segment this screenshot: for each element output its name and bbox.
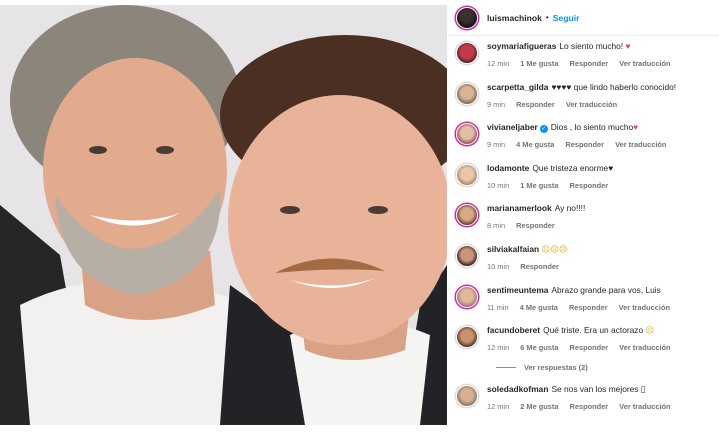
follow-button[interactable]: Seguir (553, 13, 580, 23)
commenter-avatar[interactable] (456, 384, 478, 407)
comment-meta: 9 min Responder Ver traducción (487, 100, 719, 109)
reply-button[interactable]: Responder (570, 59, 609, 68)
comment-item: scarpetta_gilda ♥♥♥♥ que lindo haberlo co… (456, 81, 719, 122)
reply-button[interactable]: Responder (570, 402, 609, 411)
comment-meta: 12 min 1 Me gusta Responder Ver traducci… (487, 59, 719, 68)
commenter-avatar[interactable] (456, 42, 478, 64)
reply-button[interactable]: Responder (570, 181, 609, 190)
comment-text: silviakalfaian ☹☹☹ (487, 243, 719, 255)
comment-username[interactable]: soymariafigueras (487, 41, 556, 51)
likes-count[interactable]: 2 Me gusta (520, 402, 558, 411)
verified-badge-icon: ✓ (539, 125, 548, 134)
comment-item: lodamonte Que tristeza enorme♥ 10 min 1 M… (456, 162, 719, 203)
sad-face-emoji-icon: ☹☹☹ (541, 243, 568, 254)
heart-emoji-icon: ♥ (625, 41, 631, 51)
comment-item: sentimeuntema Abrazo grande para vos, Lui… (456, 284, 719, 325)
comment-time: 11 min (487, 302, 509, 312)
comment-meta: 8 min Responder (487, 221, 719, 230)
reply-button[interactable]: Responder (516, 221, 555, 230)
comment-list: soymariafigueras Lo siento mucho! ♥ 12 mi… (447, 36, 719, 423)
commenter-avatar[interactable] (456, 244, 478, 267)
commenter-avatar[interactable] (456, 163, 478, 186)
likes-count[interactable]: 6 Me gusta (520, 343, 558, 352)
comment-item: silviakalfaian ☹☹☹ 10 min Responder (456, 243, 719, 284)
likes-count[interactable]: 1 Me gusta (520, 59, 558, 68)
comment-meta: 10 min Responder (487, 262, 719, 271)
comment-time: 8 min (487, 221, 506, 231)
heart-emoji-icon: ♥ (633, 122, 639, 133)
comment-text: soledadkofman Se nos van los mejores ▯ (487, 383, 646, 394)
likes-count[interactable]: 1 Me gusta (520, 181, 558, 190)
comment-username[interactable]: silviakalfaian (487, 244, 539, 254)
commenter-avatar[interactable] (456, 123, 478, 146)
post-header: luismachinok • Seguir (447, 0, 719, 36)
reply-button[interactable]: Responder (570, 343, 609, 352)
comment-username[interactable]: sentimeuntema (487, 285, 548, 295)
sad-face-emoji-icon: ☹ (645, 325, 655, 336)
translate-button[interactable]: Ver traducción (619, 59, 670, 68)
comment-text: sentimeuntema Abrazo grande para vos, Lui… (487, 284, 661, 295)
replies-divider (496, 367, 516, 369)
separator-dot: • (545, 13, 549, 22)
translate-button[interactable]: Ver traducción (619, 402, 670, 411)
translate-button[interactable]: Ver traducción (566, 100, 617, 109)
author-username[interactable]: luismachinok (487, 13, 542, 23)
author-avatar[interactable] (456, 6, 478, 29)
reply-button[interactable]: Responder (569, 303, 608, 312)
comment-item: soymariafigueras Lo siento mucho! ♥ 12 mi… (456, 40, 719, 81)
comment-text: marianamerlook Ay no!!!! (487, 203, 586, 214)
comment-time: 12 min (487, 59, 510, 68)
comment-meta: 12 min 2 Me gusta Responder Ver traducci… (487, 402, 719, 411)
comment-text: facundoberet Qué triste. Era un actorazo … (487, 325, 655, 336)
comment-text: scarpetta_gilda ♥♥♥♥ que lindo haberlo co… (487, 81, 677, 92)
comment-time: 10 min (487, 180, 510, 190)
translate-button[interactable]: Ver traducción (615, 140, 666, 149)
commenter-avatar[interactable] (456, 82, 478, 105)
reply-button[interactable]: Responder (520, 262, 559, 271)
translate-button[interactable]: Ver traducción (619, 303, 670, 312)
translate-button[interactable]: Ver traducción (619, 343, 670, 352)
comment-username[interactable]: lodamonte (487, 163, 529, 173)
reply-button[interactable]: Responder (565, 140, 604, 149)
post-image (0, 5, 447, 425)
view-replies-label[interactable]: Ver respuestas (2) (524, 363, 588, 372)
view-replies-button[interactable]: Ver respuestas (2) (496, 359, 719, 377)
post-photo (0, 5, 447, 425)
likes-count[interactable]: 4 Me gusta (516, 140, 554, 149)
comment-text: vivianeljaber ✓ Dios , lo siento mucho♥ (487, 122, 639, 134)
comment-time: 9 min (487, 99, 506, 109)
commenter-avatar[interactable] (456, 326, 478, 349)
black-heart-emoji-icon: ♥ (608, 162, 614, 173)
comment-username[interactable]: scarpetta_gilda (487, 82, 548, 92)
comment-meta: 9 min 4 Me gusta Responder Ver traducció… (487, 140, 719, 149)
comments-panel: luismachinok • Seguir soymariafigueras Lo… (447, 0, 719, 432)
comment-username[interactable]: soledadkofman (487, 384, 548, 394)
commenter-avatar[interactable] (456, 204, 478, 227)
comment-meta: 12 min 6 Me gusta Responder Ver traducci… (487, 343, 719, 352)
comment-username[interactable]: vivianeljaber (487, 122, 538, 132)
comment-text: lodamonte Que tristeza enorme♥ (487, 162, 614, 173)
likes-count[interactable]: 4 Me gusta (520, 303, 558, 312)
comment-username[interactable]: marianamerlook (487, 203, 552, 213)
comment-time: 12 min (487, 401, 510, 411)
comment-time: 10 min (487, 261, 510, 271)
comment-item: soledadkofman Se nos van los mejores ▯ 12… (456, 383, 719, 424)
comment-time: 12 min (487, 343, 510, 353)
reply-button[interactable]: Responder (516, 100, 555, 109)
comment-text: soymariafigueras Lo siento mucho! ♥ (487, 41, 631, 51)
comment-username[interactable]: facundoberet (487, 325, 540, 335)
comment-item: vivianeljaber ✓ Dios , lo siento mucho♥ 9 … (456, 121, 719, 162)
comment-time: 9 min (487, 140, 506, 150)
comment-meta: 10 min 1 Me gusta Responder (487, 181, 719, 190)
commenter-avatar[interactable] (456, 285, 478, 308)
comment-item: marianamerlook Ay no!!!! 8 min Responder (456, 202, 719, 243)
comment-meta: 11 min 4 Me gusta Responder Ver traducci… (487, 303, 719, 312)
